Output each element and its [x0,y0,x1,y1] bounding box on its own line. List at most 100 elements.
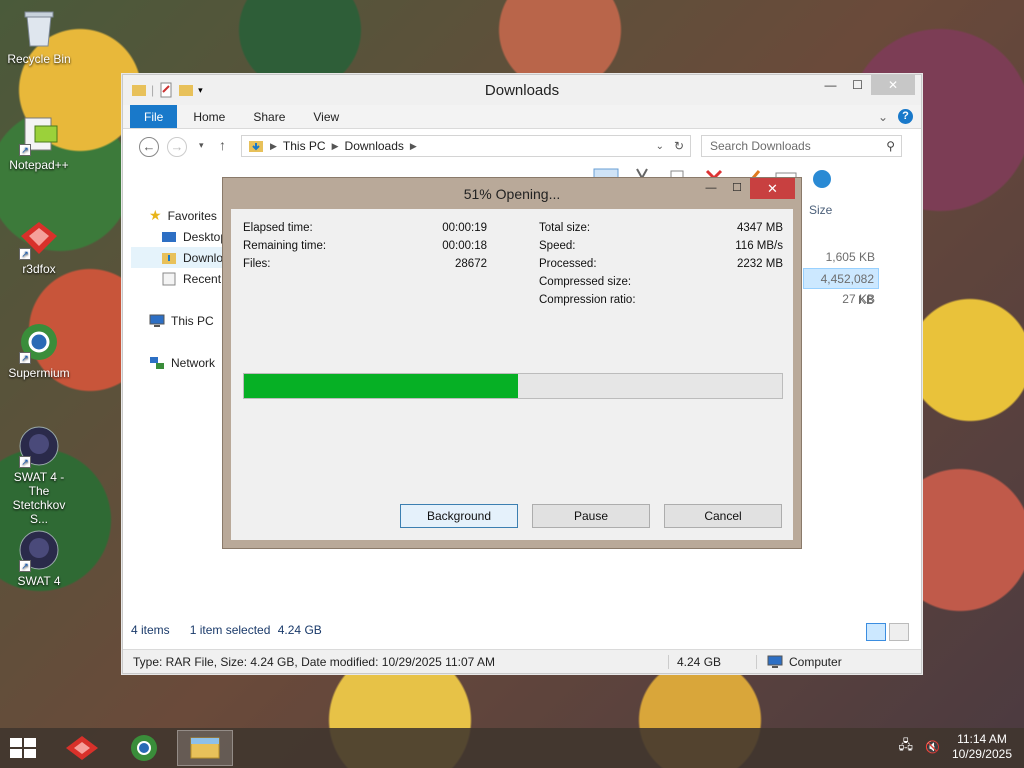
file-details-text: Type: RAR File, Size: 4.24 GB, Date modi… [123,654,669,669]
star-icon: ★ [149,207,162,223]
breadcrumb-downloads[interactable]: Downloads [345,139,404,153]
breadcrumb-separator-icon: ▶ [409,140,417,151]
dialog-maximize-button[interactable]: ☐ [724,178,750,199]
extract-progress-dialog: 51% Opening... — ☐ ✕ Elapsed time: 00:00… [222,177,802,549]
file-size-cell[interactable]: 27 KB [803,289,879,310]
refresh-icon[interactable]: ↻ [674,139,684,153]
desktop-icon-label: SWAT 4 - The Stetchkov S... [12,470,66,526]
shortcut-arrow-icon: ↗ [19,144,31,156]
stat-value: 2232 MB [736,258,783,270]
computer-icon [767,655,783,668]
desktop-icon-recycle-bin[interactable]: Recycle Bin [4,6,74,66]
clock[interactable]: 11:14 AM 10/29/2025 [952,732,1012,762]
address-bar[interactable]: ▶ This PC ▶ Downloads ▶ ⌄ ↻ [241,135,691,157]
shortcut-arrow-icon: ↗ [19,560,31,572]
volume-muted-icon[interactable]: 🔇 [925,740,940,754]
supermium-icon: ↗ [17,320,61,364]
taskbar-file-explorer[interactable] [177,730,233,766]
maximize-button[interactable]: ☐ [844,75,871,95]
stat-files: Files: 28672 [243,258,487,270]
stat-label: Files: [243,258,271,270]
column-header-size[interactable]: Size [809,203,832,217]
dialog-titlebar[interactable]: 51% Opening... — ☐ ✕ [223,178,801,208]
downloads-folder-icon [162,252,176,264]
desktop-icon-label: r3dfox [22,262,56,276]
stat-value: 00:00:19 [442,222,487,234]
stat-value: 00:00:18 [442,240,487,252]
file-size-cell[interactable]: 4,452,082 KB [803,268,879,307]
large-icons-view-button[interactable] [889,623,909,641]
pause-button[interactable]: Pause [532,504,650,528]
r3dfox-icon: ↗ [17,216,61,260]
taskbar-r3dfox[interactable] [54,730,110,766]
selection-size: 4.24 GB [277,623,322,637]
search-input[interactable]: Search Downloads ⚲ [701,135,902,157]
selection-count: 1 item selected [189,623,271,637]
cancel-button[interactable]: Cancel [664,504,782,528]
dialog-close-button[interactable]: ✕ [750,178,795,199]
shell-icon[interactable] [809,167,835,189]
windows-start-icon[interactable] [8,736,38,760]
tab-home[interactable]: Home [179,105,239,128]
tab-file[interactable]: File [130,105,178,128]
desktop-icon-label: Supermium [8,366,70,380]
forward-button[interactable]: → [167,137,187,157]
desktop-icon-swat4[interactable]: ↗ SWAT 4 [4,528,74,588]
stat-label: Speed: [539,240,576,252]
desktop-icon-r3dfox[interactable]: ↗ r3dfox [4,216,74,276]
dialog-minimize-button[interactable]: — [698,178,724,199]
progress-bar [243,373,783,399]
tab-share[interactable]: Share [239,105,299,128]
clock-time: 11:14 AM [957,732,1007,746]
tab-view[interactable]: View [299,105,353,128]
stat-processed: Processed: 2232 MB [539,258,783,270]
help-icon[interactable]: ? [898,109,913,124]
status-bar: 4 items 1 item selected 4.24 GB [131,623,322,637]
stat-label: Compression ratio: [539,294,636,306]
close-button[interactable]: ✕ [871,75,915,95]
file-explorer-icon [190,737,220,759]
desktop-icon-notepad-plus-plus[interactable]: ↗ Notepad++ [4,112,74,172]
minimize-button[interactable]: — [817,75,844,95]
desktop-icon-supermium[interactable]: ↗ Supermium [4,320,74,380]
system-tray: 🖧 🔇 11:14 AM 10/29/2025 [898,732,1012,762]
desktop-icon-label: SWAT 4 [17,574,61,588]
location-info: Computer [757,655,842,669]
stat-total-size: Total size: 4347 MB [539,222,783,234]
shortcut-arrow-icon: ↗ [19,248,31,260]
stat-remaining: Remaining time: 00:00:18 [243,240,487,252]
file-size-column: 1,605 KB 4,452,082 KB 27 KB [803,247,879,310]
supermium-icon [131,735,157,761]
desktop-icon-label: Recycle Bin [7,52,71,66]
ribbon-tabs: File Home Share View ⌄ ? [123,105,921,129]
stat-label: Compressed size: [539,276,632,288]
swat4-tss-icon: ↗ [17,424,61,468]
back-button[interactable]: ← [139,137,159,157]
stat-compressed-size: Compressed size: [539,276,783,288]
stat-elapsed: Elapsed time: 00:00:19 [243,222,487,234]
stat-label: Elapsed time: [243,222,313,234]
stat-value: 28672 [455,258,487,270]
breadcrumb-this-pc[interactable]: This PC [283,139,326,153]
search-placeholder: Search Downloads [710,139,811,153]
background-button[interactable]: Background [400,504,518,528]
view-switcher [866,623,909,641]
selection-info: 1 item selected 4.24 GB [190,623,322,637]
desktop-icon-swat4-tss[interactable]: ↗ SWAT 4 - The Stetchkov S... [4,424,74,526]
shortcut-arrow-icon: ↗ [19,352,31,364]
location-text: Computer [789,654,842,669]
expand-ribbon-icon[interactable]: ⌄ [878,110,888,124]
up-arrow-icon[interactable]: ↑ [219,137,226,153]
network-tray-icon[interactable]: 🖧 [898,736,913,758]
taskbar-supermium[interactable] [116,730,172,766]
item-count: 4 items [131,623,170,637]
notepad-plus-plus-icon: ↗ [17,112,61,156]
nav-this-pc-label: This PC [171,313,214,328]
recent-locations-icon[interactable]: ▾ [199,140,204,151]
address-dropdown-icon[interactable]: ⌄ [656,141,664,152]
file-size-cell[interactable]: 1,605 KB [803,247,879,268]
explorer-titlebar[interactable]: | ▾ Downloads — ☐ ✕ [123,75,921,105]
stat-value: 116 MB/s [735,240,783,252]
address-row: ← → ▾ ↑ ▶ This PC ▶ Downloads ▶ ⌄ ↻ Sear… [123,129,921,163]
details-view-button[interactable] [866,623,886,641]
